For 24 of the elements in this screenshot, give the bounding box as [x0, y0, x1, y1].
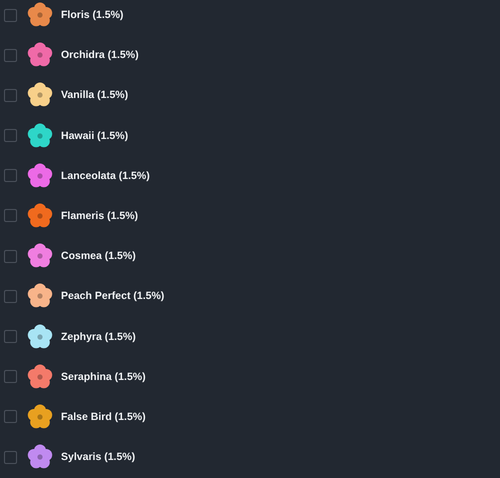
checkbox[interactable]: [4, 450, 17, 464]
checkbox[interactable]: [4, 88, 17, 102]
checkbox[interactable]: [4, 410, 17, 424]
item-label: Floris (1.5%): [61, 9, 124, 21]
item-label: Seraphina (1.5%): [61, 370, 146, 383]
checkbox[interactable]: [4, 370, 17, 384]
item-label: Zephyra (1.5%): [61, 330, 136, 342]
item-label: Peach Perfect (1.5%): [61, 290, 164, 302]
item-label: Orchidra (1.5%): [61, 49, 139, 62]
checkbox[interactable]: [4, 129, 17, 142]
checkbox[interactable]: [4, 169, 17, 182]
item-label: Vanilla (1.5%): [61, 89, 128, 102]
item-label: Cosmea (1.5%): [61, 250, 136, 262]
item-label: Flameris (1.5%): [61, 210, 138, 222]
checkbox[interactable]: [4, 209, 17, 222]
item-label: Sylvaris (1.5%): [61, 451, 136, 464]
item-label: Hawaii (1.5%): [61, 130, 128, 142]
checkbox[interactable]: [4, 48, 17, 62]
item-label: False Bird (1.5%): [61, 410, 146, 423]
checkbox[interactable]: [4, 8, 17, 22]
checkbox[interactable]: [4, 250, 17, 263]
checkbox[interactable]: [4, 330, 17, 343]
item-label: Lanceolata (1.5%): [61, 170, 150, 182]
checkbox[interactable]: [4, 290, 17, 303]
